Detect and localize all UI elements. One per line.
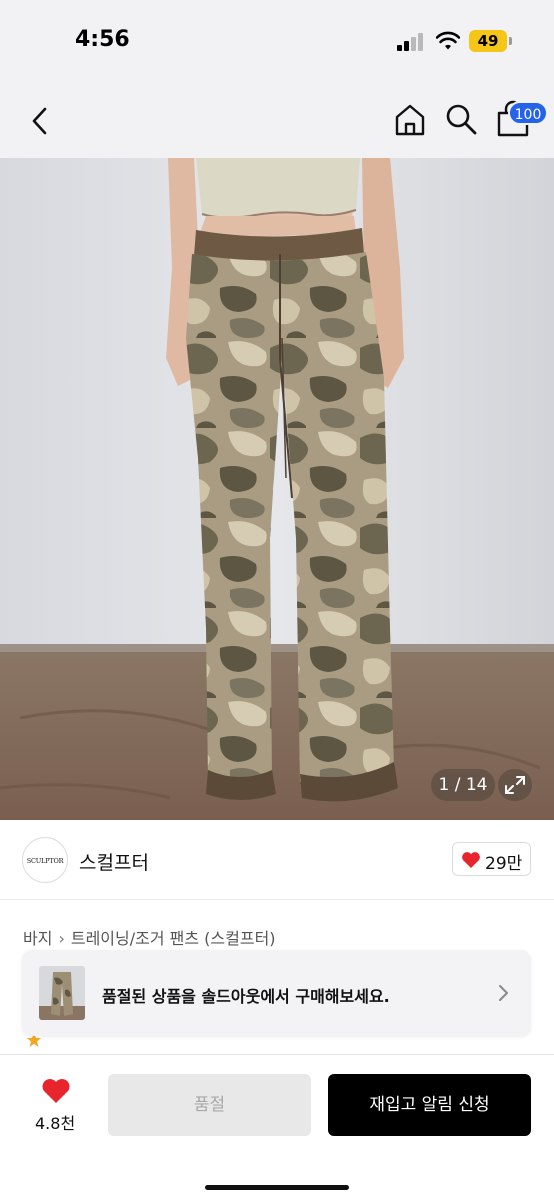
product-photo (0, 158, 554, 820)
brand-like-count: 29만 (485, 854, 523, 874)
breadcrumb-subcategory[interactable]: 트레이닝/조거 팬츠 (스컬프터) (71, 929, 276, 948)
product-image[interactable] (0, 158, 554, 820)
cart-badge: 100 (508, 101, 548, 125)
status-time: 4:56 (75, 27, 130, 52)
search-icon[interactable] (444, 102, 478, 136)
soldout-banner[interactable]: 품절된 상품을 솔드아웃에서 구매해보세요. (22, 950, 531, 1036)
soldout-button[interactable]: 품절 (108, 1074, 311, 1136)
wish-count: 4.8천 (35, 1114, 76, 1133)
soldout-banner-text: 품절된 상품을 솔드아웃에서 구매해보세요. (102, 987, 390, 1006)
back-icon[interactable] (26, 104, 54, 138)
wifi-icon (436, 31, 460, 50)
status-bar: 4:56 49 (0, 0, 554, 80)
bottom-action-bar: 4.8천 품절 재입고 알림 신청 (0, 1054, 554, 1200)
image-counter: 1 / 14 (431, 769, 495, 801)
brand-row[interactable]: SCULPTOR 스컬프터 29만 (0, 820, 554, 900)
signal-icon (397, 33, 425, 51)
battery-icon: 49 (469, 30, 507, 52)
chevron-right-icon[interactable] (495, 983, 511, 1003)
brand-logo[interactable]: SCULPTOR (22, 837, 68, 883)
battery-cap (509, 37, 512, 45)
expand-icon (505, 776, 525, 794)
brand-like-button[interactable]: 29만 (452, 842, 531, 876)
nav-bar (0, 80, 554, 158)
home-icon[interactable] (392, 102, 428, 138)
breadcrumb-category[interactable]: 바지 (23, 929, 52, 948)
home-indicator (205, 1185, 349, 1190)
breadcrumb: 바지 › 트레이닝/조거 팬츠 (스컬프터) (23, 925, 276, 949)
soldout-thumbnail (39, 966, 85, 1020)
restock-alert-button[interactable]: 재입고 알림 신청 (328, 1074, 531, 1136)
expand-button[interactable] (498, 769, 532, 801)
heart-icon[interactable] (41, 1078, 71, 1104)
brand-name[interactable]: 스컬프터 (79, 848, 149, 875)
heart-icon (462, 852, 480, 868)
chevron-right-icon: › (58, 929, 65, 948)
